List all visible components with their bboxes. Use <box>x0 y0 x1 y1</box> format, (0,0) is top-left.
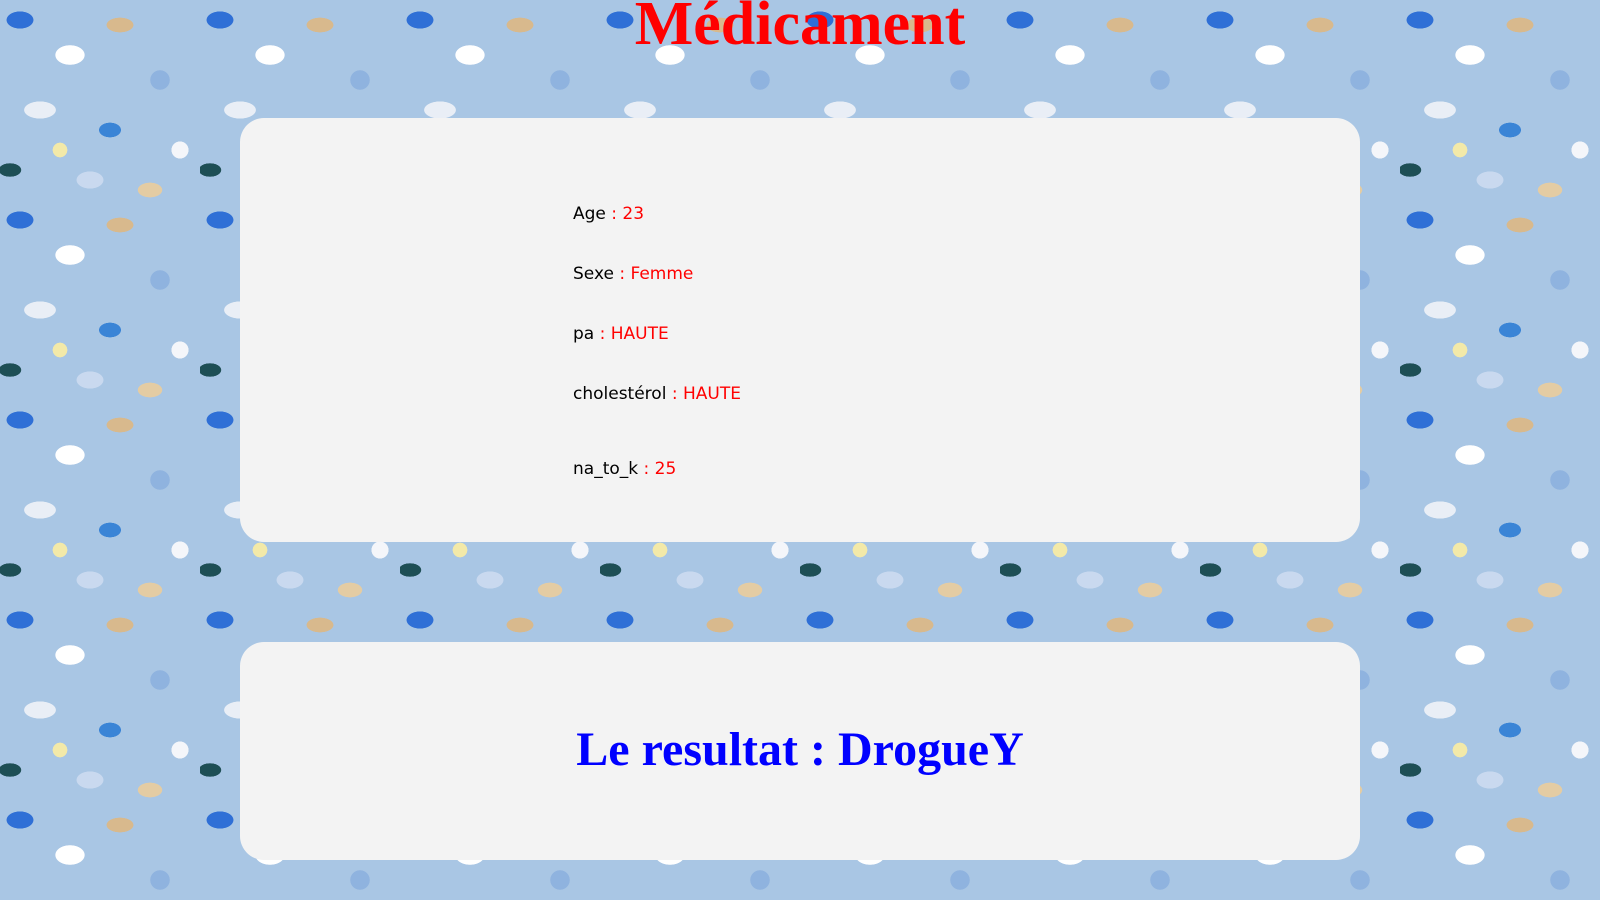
field-value: : HAUTE <box>599 324 669 344</box>
field-value: : 25 <box>643 459 677 479</box>
patient-info-panel: Age : 23 Sexe : Femme pa : HAUTE cholest… <box>240 118 1360 542</box>
field-label: Age <box>573 204 606 224</box>
field-na-to-k: na_to_k : 25 <box>573 459 676 479</box>
result-label: Le resultat <box>576 723 798 776</box>
result-value: DrogueY <box>837 723 1024 776</box>
field-label: na_to_k <box>573 459 639 479</box>
field-cholesterol: cholestérol : HAUTE <box>573 384 741 404</box>
result-text: Le resultat : DrogueY <box>240 722 1360 777</box>
result-separator: : <box>810 723 826 776</box>
field-label: cholestérol <box>573 384 667 404</box>
page-title: Médicament <box>634 0 966 58</box>
field-value: : Femme <box>619 264 694 284</box>
field-value: : HAUTE <box>671 384 741 404</box>
field-label: pa <box>573 324 595 344</box>
field-pa: pa : HAUTE <box>573 324 669 344</box>
field-sexe: Sexe : Femme <box>573 264 693 284</box>
field-value: : 23 <box>611 204 645 224</box>
field-label: Sexe <box>573 264 614 284</box>
field-age: Age : 23 <box>573 204 644 224</box>
result-panel: Le resultat : DrogueY <box>240 642 1360 860</box>
